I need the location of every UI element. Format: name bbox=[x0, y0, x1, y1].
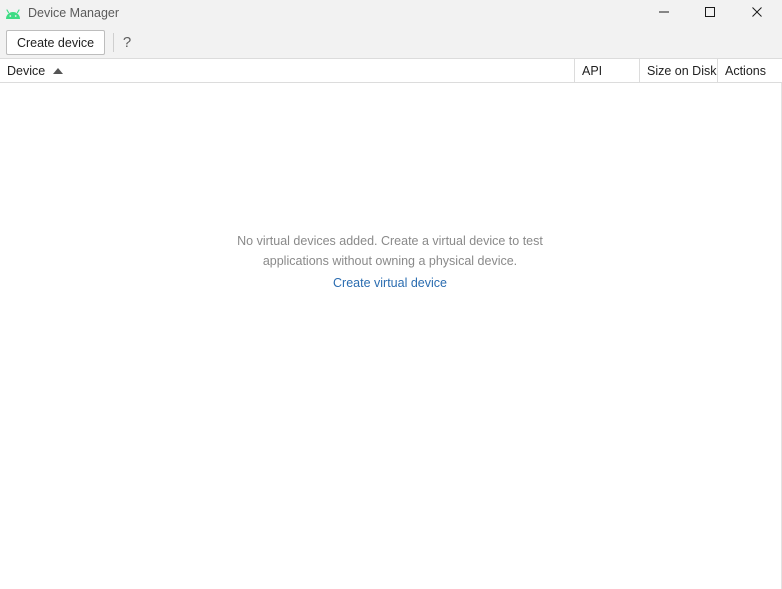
android-icon bbox=[5, 7, 21, 19]
table-header: Device API Size on Disk Actions bbox=[0, 58, 782, 83]
close-icon bbox=[751, 5, 763, 23]
column-header-label: Device bbox=[7, 63, 46, 78]
device-manager-window: Device Manager Create device ? Device AP… bbox=[0, 0, 782, 589]
column-header-size-on-disk[interactable]: Size on Disk bbox=[639, 59, 717, 82]
close-button[interactable] bbox=[734, 0, 780, 28]
column-header-label: API bbox=[582, 63, 603, 78]
empty-state: No virtual devices added. Create a virtu… bbox=[0, 231, 780, 293]
create-device-button[interactable]: Create device bbox=[6, 30, 105, 55]
minimize-icon bbox=[658, 5, 670, 23]
empty-state-message-line2: applications without owning a physical d… bbox=[262, 254, 518, 268]
column-header-actions[interactable]: Actions bbox=[717, 59, 782, 82]
help-button[interactable]: ? bbox=[119, 32, 135, 52]
column-header-label: Size on Disk bbox=[647, 63, 717, 78]
title-bar[interactable]: Device Manager bbox=[0, 0, 782, 28]
column-header-label: Actions bbox=[725, 63, 766, 78]
minimize-button[interactable] bbox=[641, 0, 687, 28]
column-header-device[interactable]: Device bbox=[0, 59, 574, 82]
column-header-api[interactable]: API bbox=[574, 59, 639, 82]
create-virtual-device-link[interactable]: Create virtual device bbox=[333, 273, 447, 293]
toolbar-divider bbox=[113, 33, 114, 52]
sort-ascending-icon bbox=[53, 67, 64, 74]
maximize-icon bbox=[704, 5, 716, 23]
window-title: Device Manager bbox=[28, 6, 120, 20]
toolbar: Create device ? bbox=[0, 28, 782, 58]
maximize-button[interactable] bbox=[687, 0, 733, 28]
empty-state-message-line1: No virtual devices added. Create a virtu… bbox=[237, 234, 543, 248]
